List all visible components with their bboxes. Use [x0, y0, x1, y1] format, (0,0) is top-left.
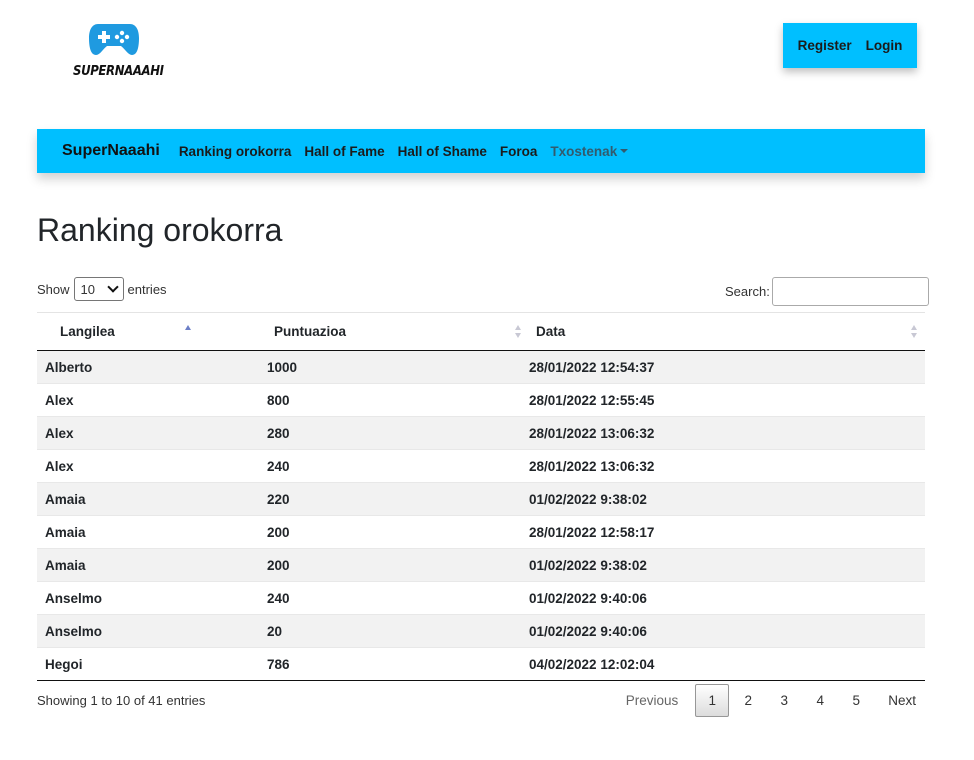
nav-dropdown-txostenak[interactable]: Txostenak: [550, 143, 629, 159]
cell-langilea: Alex: [37, 416, 259, 450]
table-row: Alex 240 28/01/2022 13:06:32: [37, 449, 925, 483]
page-button-2[interactable]: 2: [731, 684, 765, 717]
column-header-puntuazioa[interactable]: Puntuazioa: [259, 312, 529, 351]
previous-page-button[interactable]: Previous: [617, 684, 688, 717]
cell-data: 28/01/2022 13:06:32: [529, 449, 925, 483]
entries-select-value: 10: [80, 281, 95, 297]
table-row: Amaia 220 01/02/2022 9:38:02: [37, 482, 925, 516]
cell-langilea: Hegoi: [37, 647, 259, 681]
cell-puntuazioa: 800: [259, 383, 529, 417]
nav-link-hall-of-shame[interactable]: Hall of Shame: [398, 144, 487, 159]
cell-puntuazioa: 240: [259, 449, 529, 483]
ranking-table: Langilea Puntuazioa Data Alberto 1000 28/0…: [37, 312, 925, 681]
cell-puntuazioa: 280: [259, 416, 529, 450]
entries-label: entries: [127, 281, 167, 297]
cell-puntuazioa: 220: [259, 482, 529, 516]
cell-langilea: Amaia: [37, 515, 259, 549]
gamepad-icon: [89, 24, 139, 55]
page-button-3[interactable]: 3: [767, 684, 801, 717]
nav-dropdown-label: Txostenak: [550, 143, 618, 159]
cell-langilea: Amaia: [37, 548, 259, 582]
table-row: Amaia 200 28/01/2022 12:58:17: [37, 515, 925, 549]
show-label: Show: [37, 281, 70, 297]
column-header-langilea[interactable]: Langilea: [37, 312, 259, 351]
cell-data: 01/02/2022 9:38:02: [529, 548, 925, 582]
nav-link-hall-of-fame[interactable]: Hall of Fame: [304, 144, 384, 159]
column-header-label: Langilea: [60, 324, 115, 339]
table-row: Anselmo 240 01/02/2022 9:40:06: [37, 581, 925, 615]
cell-langilea: Amaia: [37, 482, 259, 516]
cell-langilea: Anselmo: [37, 614, 259, 648]
cell-data: 28/01/2022 13:06:32: [529, 416, 925, 450]
caret-down-icon: [620, 148, 629, 153]
cell-data: 01/02/2022 9:38:02: [529, 482, 925, 516]
cell-langilea: Alberto: [37, 350, 259, 384]
table-row: Amaia 200 01/02/2022 9:38:02: [37, 548, 925, 582]
table-row: Alberto 1000 28/01/2022 12:54:37: [37, 350, 925, 384]
cell-data: 01/02/2022 9:40:06: [529, 614, 925, 648]
page-button-4[interactable]: 4: [803, 684, 837, 717]
main-navbar: SuperNaaahi Ranking orokorra Hall of Fam…: [37, 129, 925, 173]
table-row: Anselmo 20 01/02/2022 9:40:06: [37, 614, 925, 648]
next-page-button[interactable]: Next: [879, 684, 925, 717]
cell-puntuazioa: 1000: [259, 350, 529, 384]
table-row: Alex 280 28/01/2022 13:06:32: [37, 416, 925, 450]
sort-ascending-icon: [185, 325, 193, 339]
table-header-row: Langilea Puntuazioa Data: [37, 312, 925, 351]
table-info: Showing 1 to 10 of 41 entries: [37, 693, 206, 708]
page-button-1[interactable]: 1: [695, 684, 730, 717]
pagination: Previous 1 2 3 4 5 Next: [615, 684, 925, 717]
cell-data: 04/02/2022 12:02:04: [529, 647, 925, 681]
search-label: Search:: [725, 284, 770, 299]
column-header-data[interactable]: Data: [529, 312, 925, 351]
column-header-label: Data: [536, 324, 566, 339]
search-control: Search:: [725, 277, 929, 306]
page-button-5[interactable]: 5: [839, 684, 873, 717]
sort-icon: [515, 325, 523, 339]
cell-puntuazioa: 200: [259, 548, 529, 582]
sort-icon: [911, 325, 919, 339]
entries-select[interactable]: 10: [73, 277, 124, 301]
auth-box: Register Login: [783, 23, 917, 68]
cell-langilea: Alex: [37, 449, 259, 483]
nav-link-ranking[interactable]: Ranking orokorra: [179, 144, 292, 159]
cell-langilea: Alex: [37, 383, 259, 417]
login-link[interactable]: Login: [866, 38, 903, 53]
cell-data: 28/01/2022 12:54:37: [529, 350, 925, 384]
navbar-brand[interactable]: SuperNaaahi: [62, 142, 160, 160]
chevron-down-icon: [106, 281, 119, 293]
register-link[interactable]: Register: [798, 38, 852, 53]
column-header-label: Puntuazioa: [274, 324, 347, 339]
cell-data: 28/01/2022 12:58:17: [529, 515, 925, 549]
cell-data: 01/02/2022 9:40:06: [529, 581, 925, 615]
logo-wordmark: SUPERNAAAHI: [73, 64, 164, 79]
cell-puntuazioa: 240: [259, 581, 529, 615]
nav-link-foroa[interactable]: Foroa: [500, 144, 538, 159]
cell-data: 28/01/2022 12:55:45: [529, 383, 925, 417]
cell-puntuazioa: 20: [259, 614, 529, 648]
table-row: Alex 800 28/01/2022 12:55:45: [37, 383, 925, 417]
entries-length-control: Show 10 entries: [37, 277, 167, 301]
cell-langilea: Anselmo: [37, 581, 259, 615]
page-title: Ranking orokorra: [37, 212, 283, 248]
site-logo[interactable]: SUPERNAAAHI: [73, 22, 164, 84]
table-row: Hegoi 786 04/02/2022 12:02:04: [37, 647, 925, 681]
table-body: Alberto 1000 28/01/2022 12:54:37 Alex 800 28/…: [37, 350, 925, 681]
search-input[interactable]: [771, 277, 929, 306]
cell-puntuazioa: 786: [259, 647, 529, 681]
cell-puntuazioa: 200: [259, 515, 529, 549]
